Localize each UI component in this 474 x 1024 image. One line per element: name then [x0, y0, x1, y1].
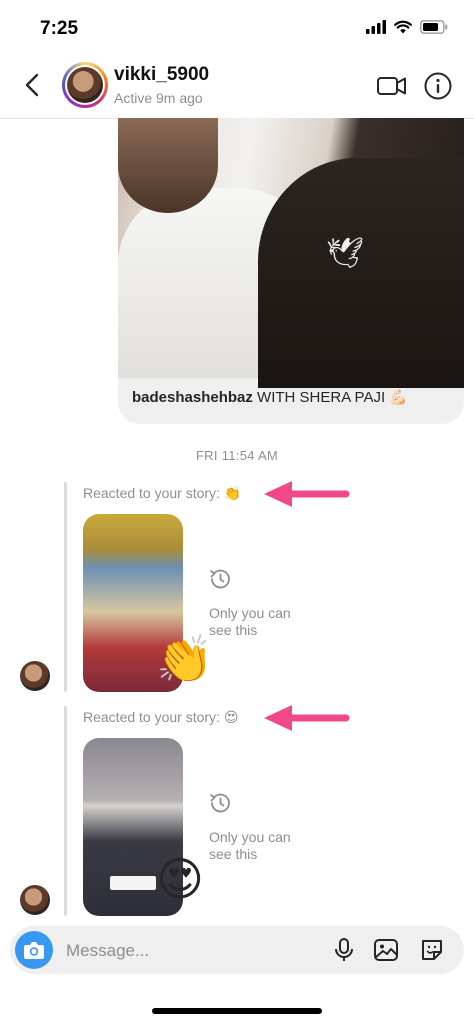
status-time: 7:25 [40, 18, 79, 39]
reaction-big-emoji: 👏 [156, 633, 214, 685]
battery-icon [420, 20, 448, 34]
post-caption-text: WITH SHERA PAJI [257, 389, 386, 406]
only-you-note: Only you can see this [209, 829, 291, 862]
video-call-icon [377, 77, 406, 95]
signal-icon [366, 20, 386, 34]
reaction-big-emoji: 😍 [156, 853, 204, 905]
reaction-thread-line [64, 482, 67, 692]
history-icon [210, 569, 230, 589]
wifi-icon [394, 20, 412, 34]
only-you-note: Only you can see this [209, 605, 291, 638]
status-icons [366, 20, 448, 34]
sticker-icon[interactable] [418, 936, 446, 964]
camera-icon [24, 942, 44, 959]
camera-button[interactable] [15, 931, 53, 969]
back-button[interactable] [18, 70, 48, 100]
avatar[interactable] [62, 62, 108, 108]
sender-avatar[interactable] [20, 885, 50, 915]
shared-post[interactable]: 🕊 badeshashehbaz WITH SHERA PAJI 💪🏻 [118, 118, 464, 424]
message-input[interactable] [64, 938, 318, 964]
post-caption-user[interactable]: badeshashehbaz [132, 389, 253, 406]
annotation-arrow-icon [264, 481, 350, 507]
bird-logo-icon: 🕊 [326, 237, 365, 270]
home-indicator [152, 1008, 322, 1014]
microphone-icon[interactable] [330, 936, 358, 964]
reaction-thread-line [64, 706, 67, 916]
annotation-arrow-icon [264, 705, 350, 731]
post-caption-emoji: 💪🏻 [389, 389, 408, 406]
back-chevron-icon [25, 73, 39, 97]
reaction-label: Reacted to your story: 👏 [83, 485, 242, 501]
video-call-button[interactable] [376, 71, 408, 101]
gallery-icon[interactable] [372, 936, 400, 964]
reaction-label: Reacted to your story: 😍 [83, 709, 239, 725]
avatar-photo [67, 67, 103, 103]
sender-avatar[interactable] [20, 661, 50, 691]
post-image: 🕊 [118, 118, 464, 388]
info-icon [424, 72, 452, 100]
message-timestamp: FRI 11:54 AM [195, 448, 279, 463]
info-button[interactable] [423, 71, 453, 101]
message-composer [10, 926, 464, 974]
chat-header: vikki_5900 Active 9m ago [0, 56, 474, 119]
post-caption: badeshashehbaz WITH SHERA PAJI 💪🏻 [132, 388, 408, 406]
history-icon [210, 793, 230, 813]
reaction-emoji: 👏 [223, 485, 242, 501]
username[interactable]: vikki_5900 [114, 64, 209, 86]
activity-status: Active 9m ago [114, 90, 203, 106]
reaction-emoji: 😍 [223, 709, 239, 725]
